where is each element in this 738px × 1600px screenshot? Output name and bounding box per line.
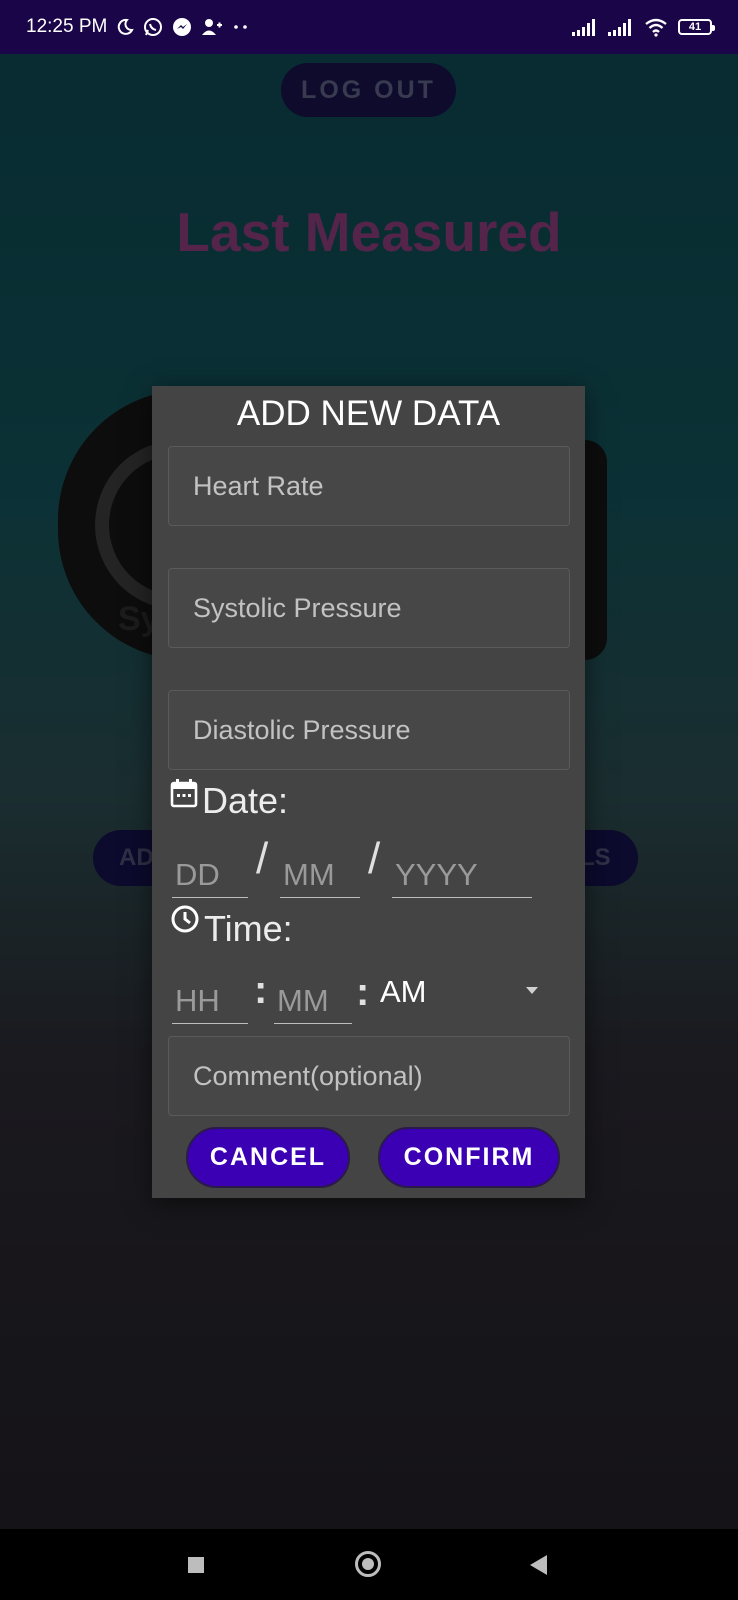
moon-icon [116,18,135,36]
heart-rate-input[interactable]: Heart Rate [168,446,570,526]
home-icon[interactable] [355,1551,381,1577]
signal-icon [572,18,598,36]
date-separator-2: / [368,834,381,883]
cancel-button[interactable]: CANCEL [186,1127,350,1188]
systolic-pressure-input[interactable]: Systolic Pressure [168,568,570,648]
ampm-dropdown[interactable]: AM [380,974,427,1010]
confirm-button[interactable]: CONFIRM [378,1127,560,1188]
hour-input[interactable]: HH [172,972,248,1024]
date-label: Date: [202,780,289,821]
diastolic-pressure-input[interactable]: Diastolic Pressure [168,690,570,770]
signal-icon-2 [608,18,634,36]
status-bar: 12:25 PM 41 [0,0,738,54]
messenger-icon [172,17,192,37]
year-input[interactable]: YYYY [392,846,532,898]
status-bar-right: 41 [572,17,715,37]
back-icon[interactable] [530,1555,547,1575]
add-data-dialog: ADD NEW DATA Heart Rate Systolic Pressur… [152,386,585,1198]
dialog-title: ADD NEW DATA [236,394,501,433]
dropdown-arrow-icon[interactable] [526,987,538,994]
wifi-icon [644,17,668,37]
date-separator-1: / [256,834,269,883]
whatsapp-icon [143,17,163,37]
status-time: 12:25 PM [26,16,108,37]
status-bar-left: 12:25 PM [26,16,250,38]
day-input[interactable]: DD [172,846,248,898]
calendar-icon [170,778,198,808]
account-icon [201,17,223,37]
battery-icon: 41 [678,19,715,35]
clock-icon [170,904,200,934]
date-label-row: Date: [170,772,288,821]
battery-level: 41 [688,21,702,33]
time-separator-1: : [254,968,268,1012]
navigation-bar [0,1529,738,1600]
time-separator-2: : [356,970,370,1014]
comment-input[interactable]: Comment(optional) [168,1036,570,1116]
time-label: Time: [204,908,293,949]
time-label-row: Time: [170,898,293,949]
month-input[interactable]: MM [280,846,360,898]
recents-icon[interactable] [188,1557,204,1573]
more-dots-icon [232,23,250,31]
minute-input[interactable]: MM [274,972,352,1024]
